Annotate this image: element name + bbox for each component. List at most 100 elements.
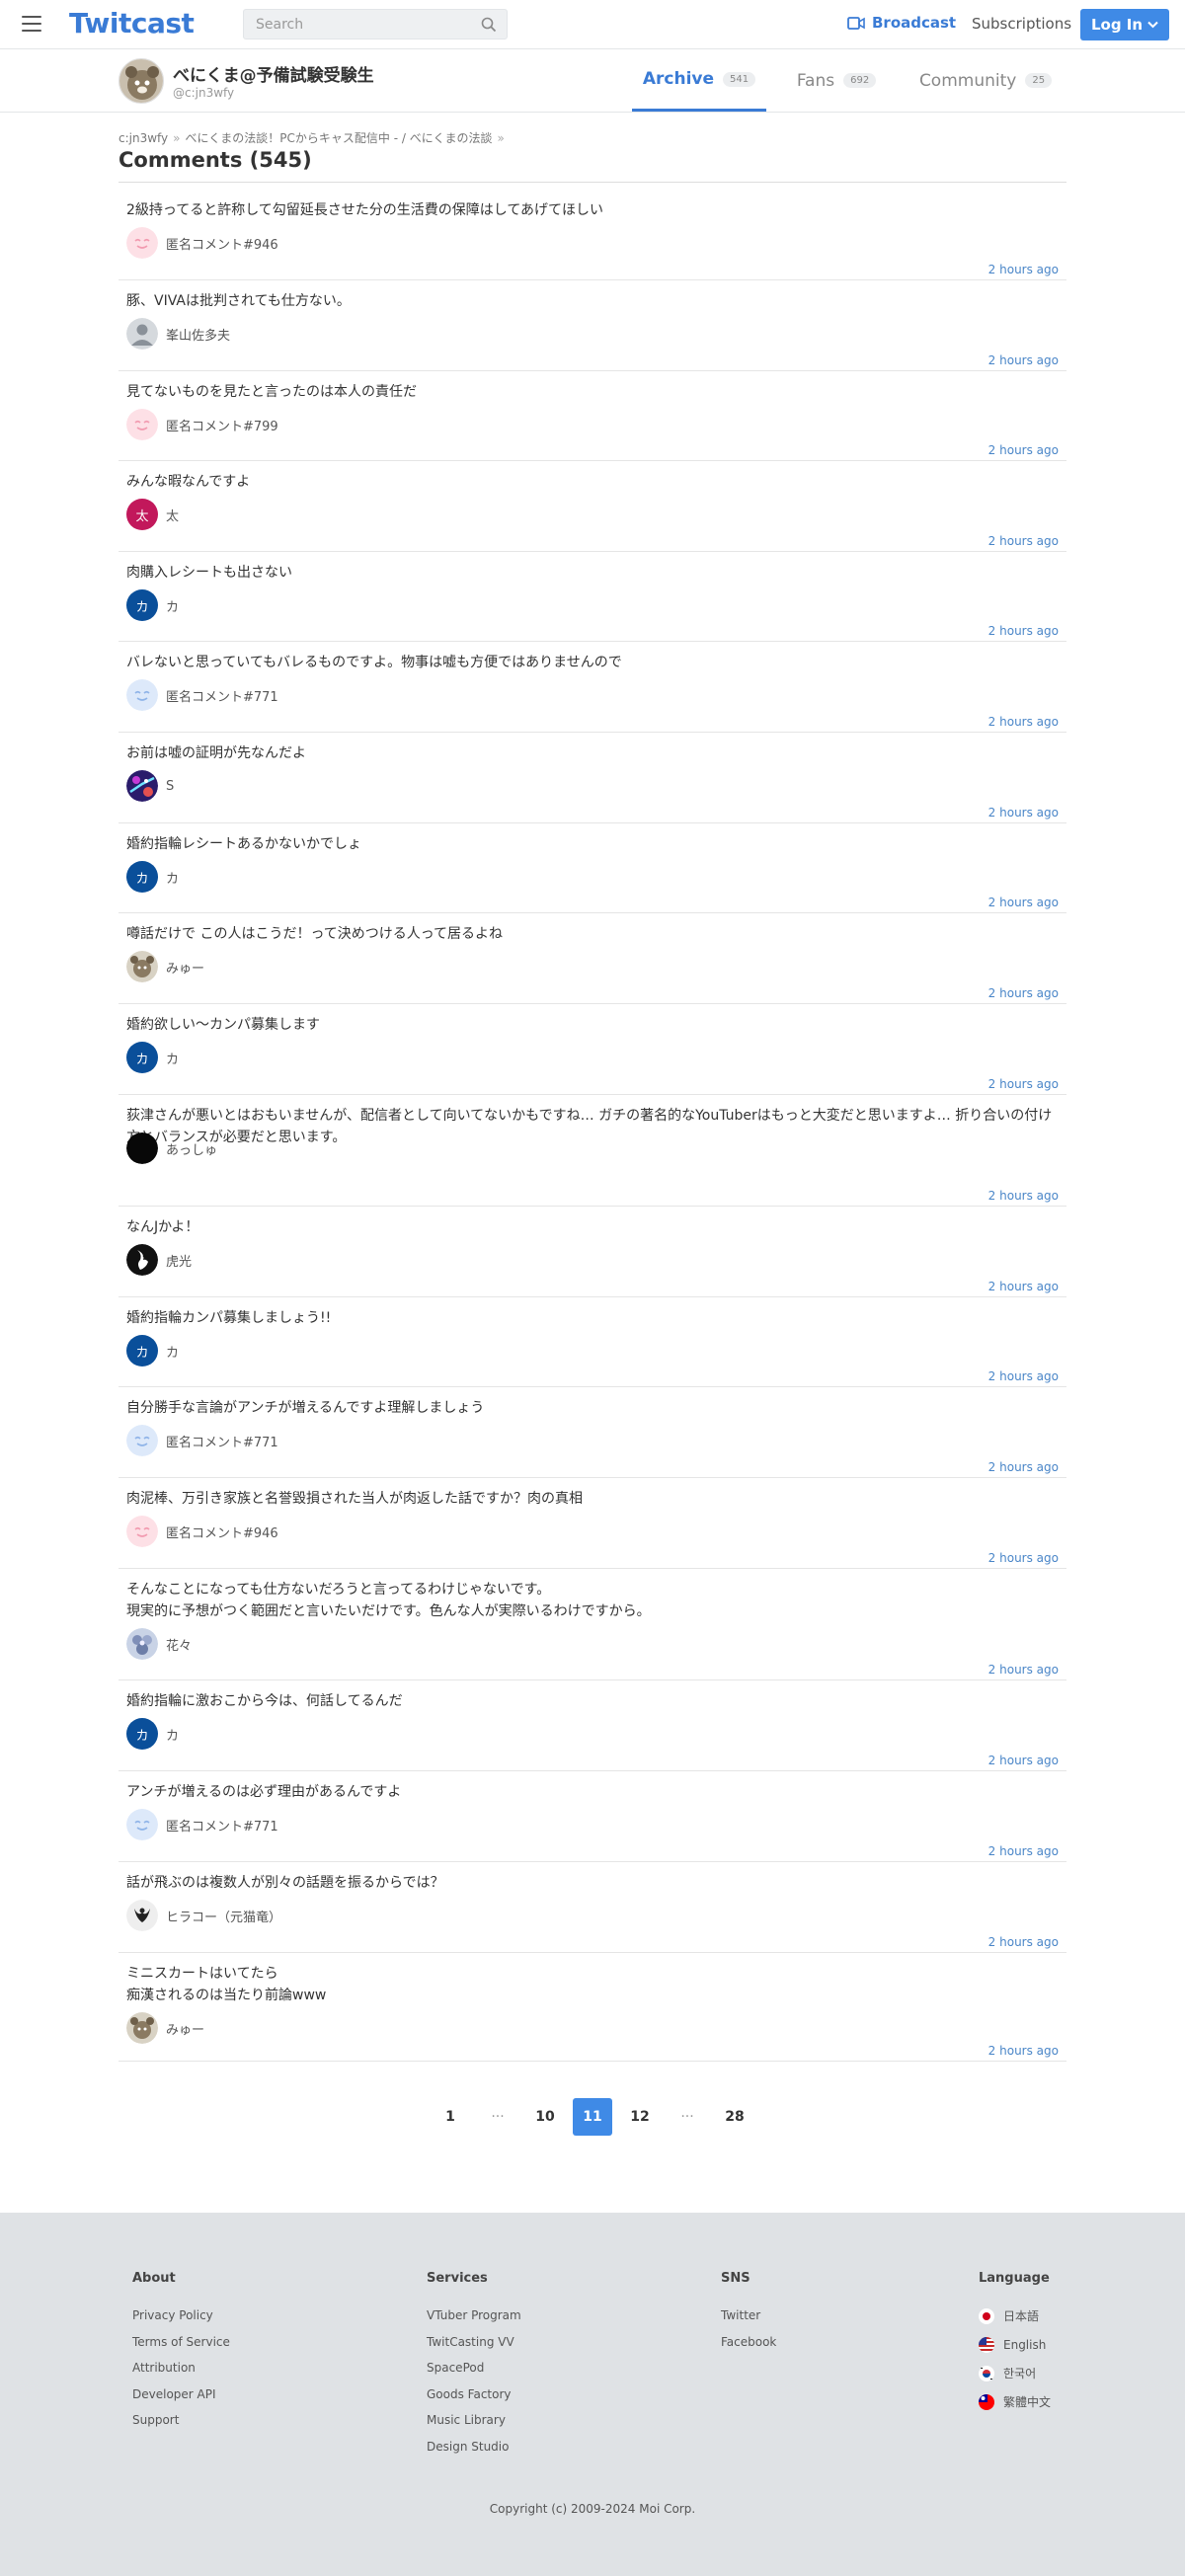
search-icon[interactable]	[481, 17, 497, 33]
video-camera-icon	[847, 16, 865, 30]
taiwan-flag-icon	[979, 2393, 994, 2410]
profile-avatar[interactable]	[118, 58, 164, 104]
flower-photo-icon[interactable]	[126, 1628, 158, 1660]
comment-username[interactable]: 花々	[166, 1635, 192, 1654]
comment-author: 匿名コメント#771	[126, 1809, 278, 1840]
comment-timestamp[interactable]: 2 hours ago	[988, 806, 1059, 820]
login-button[interactable]: Log In	[1080, 9, 1169, 40]
comment-username[interactable]: 虎光	[166, 1251, 192, 1270]
tab-community[interactable]: Community 25	[907, 49, 1065, 112]
footer-link[interactable]: VTuber Program	[427, 2308, 521, 2335]
tiger-emblem-icon[interactable]	[126, 1244, 158, 1276]
comment-timestamp[interactable]: 2 hours ago	[988, 443, 1059, 457]
comment-timestamp[interactable]: 2 hours ago	[988, 1077, 1059, 1091]
comment-username[interactable]: 匿名コメント#771	[166, 1816, 278, 1834]
pagination-page-10[interactable]: 10	[525, 2098, 565, 2136]
tab-fans[interactable]: Fans 692	[780, 49, 893, 112]
footer-link[interactable]: Goods Factory	[427, 2387, 521, 2414]
comment-timestamp[interactable]: 2 hours ago	[988, 1935, 1059, 1949]
black-circle-icon[interactable]	[126, 1132, 158, 1164]
comment-timestamp[interactable]: 2 hours ago	[988, 1551, 1059, 1565]
pagination-page-12[interactable]: 12	[620, 2098, 660, 2136]
footer-link[interactable]: TwitCasting VV	[427, 2335, 521, 2362]
kana-letter-icon[interactable]: カ	[126, 861, 158, 893]
site-logo[interactable]: Twitcast	[69, 7, 195, 39]
anon-pink-icon[interactable]	[126, 409, 158, 440]
footer-link[interactable]: Developer API	[132, 2387, 230, 2414]
language-option[interactable]: 繁體中文	[979, 2387, 1051, 2416]
comment-timestamp[interactable]: 2 hours ago	[988, 986, 1059, 1000]
comment-username[interactable]: ヒラコー（元猫竜）	[166, 1907, 281, 1925]
footer-services-column: Services VTuber Program TwitCasting VV Spa…	[427, 2271, 521, 2465]
anon-pink-icon[interactable]	[126, 1516, 158, 1547]
tab-archive[interactable]: Archive 541	[632, 49, 766, 112]
comment-username[interactable]: カ	[166, 1725, 179, 1744]
breadcrumb-live-link[interactable]: べにくまの法談！PCからキャス配信中 - / べにくまの法談	[186, 131, 493, 145]
profile-name[interactable]: べにくま@予備試験受験生	[173, 61, 374, 86]
comment-username[interactable]: あっしゅ	[166, 1139, 217, 1158]
comment-timestamp[interactable]: 2 hours ago	[988, 1369, 1059, 1383]
footer-link[interactable]: Music Library	[427, 2413, 521, 2440]
comment-timestamp[interactable]: 2 hours ago	[988, 896, 1059, 909]
comment-timestamp[interactable]: 2 hours ago	[988, 263, 1059, 276]
language-option[interactable]: 한국어	[979, 2359, 1051, 2387]
language-option[interactable]: 日本語	[979, 2302, 1051, 2330]
comment-timestamp[interactable]: 2 hours ago	[988, 1844, 1059, 1858]
footer-link[interactable]: Twitter	[721, 2308, 776, 2335]
comment-timestamp[interactable]: 2 hours ago	[988, 1663, 1059, 1677]
kana-letter-icon[interactable]: カ	[126, 1042, 158, 1073]
language-option[interactable]: English	[979, 2330, 1051, 2359]
footer-link[interactable]: Support	[132, 2413, 230, 2440]
comment-timestamp[interactable]: 2 hours ago	[988, 1280, 1059, 1293]
comment-timestamp[interactable]: 2 hours ago	[988, 715, 1059, 729]
character-photo-icon[interactable]	[126, 951, 158, 982]
footer-link[interactable]: SpacePod	[427, 2361, 521, 2387]
comment-username[interactable]: 匿名コメント#771	[166, 686, 278, 705]
anon-blue-icon[interactable]	[126, 1425, 158, 1456]
footer-link[interactable]: Facebook	[721, 2335, 776, 2362]
comment-username[interactable]: S	[166, 779, 174, 794]
pagination-page-1[interactable]: 1	[431, 2098, 470, 2136]
galaxy-photo-icon[interactable]	[126, 770, 158, 802]
comment-username[interactable]: 匿名コメント#946	[166, 234, 278, 253]
futoshi-letter-icon[interactable]: 太	[126, 499, 158, 530]
comment-timestamp[interactable]: 2 hours ago	[988, 624, 1059, 638]
comment-username[interactable]: 匿名コメント#799	[166, 416, 278, 434]
menu-icon[interactable]	[22, 16, 41, 32]
kana-letter-icon[interactable]: カ	[126, 1335, 158, 1366]
comment-username[interactable]: 太	[166, 506, 179, 524]
comment-timestamp[interactable]: 2 hours ago	[988, 1189, 1059, 1203]
kana-letter-icon[interactable]: カ	[126, 1718, 158, 1750]
breadcrumb-user-link[interactable]: c:jn3wfy	[118, 131, 168, 145]
crest-photo-icon[interactable]	[126, 1900, 158, 1931]
pagination-current-page[interactable]: 11	[573, 2098, 612, 2136]
default-user-icon[interactable]	[126, 318, 158, 350]
footer-link[interactable]: Terms of Service	[132, 2335, 230, 2362]
anon-blue-icon[interactable]	[126, 1809, 158, 1840]
comment-timestamp[interactable]: 2 hours ago	[988, 534, 1059, 548]
comment-username[interactable]: みゅー	[166, 958, 204, 976]
comment-timestamp[interactable]: 2 hours ago	[988, 1460, 1059, 1474]
kana-letter-icon[interactable]: カ	[126, 589, 158, 621]
comment-username[interactable]: 峯山佐多夫	[166, 325, 230, 344]
comment-username[interactable]: カ	[166, 1049, 179, 1067]
comment-timestamp[interactable]: 2 hours ago	[988, 1754, 1059, 1767]
character-photo-icon[interactable]	[126, 2012, 158, 2044]
footer-link[interactable]: Design Studio	[427, 2440, 521, 2466]
comment-username[interactable]: みゅー	[166, 2019, 204, 2038]
comment-username[interactable]: 匿名コメント#946	[166, 1522, 278, 1541]
anon-blue-icon[interactable]	[126, 679, 158, 711]
broadcast-button[interactable]: Broadcast	[847, 14, 956, 32]
footer-link[interactable]: Attribution	[132, 2361, 230, 2387]
footer-link[interactable]: Privacy Policy	[132, 2308, 230, 2335]
search-input[interactable]	[244, 10, 471, 39]
comment-timestamp[interactable]: 2 hours ago	[988, 353, 1059, 367]
comment-username[interactable]: カ	[166, 596, 179, 615]
comment-username[interactable]: 匿名コメント#771	[166, 1432, 278, 1450]
anon-pink-icon[interactable]	[126, 227, 158, 259]
pagination-page-28[interactable]: 28	[715, 2098, 754, 2136]
comment-username[interactable]: カ	[166, 868, 179, 887]
subscriptions-link[interactable]: Subscriptions	[972, 15, 1071, 33]
comment-username[interactable]: カ	[166, 1342, 179, 1361]
comment-timestamp[interactable]: 2 hours ago	[988, 2044, 1059, 2058]
